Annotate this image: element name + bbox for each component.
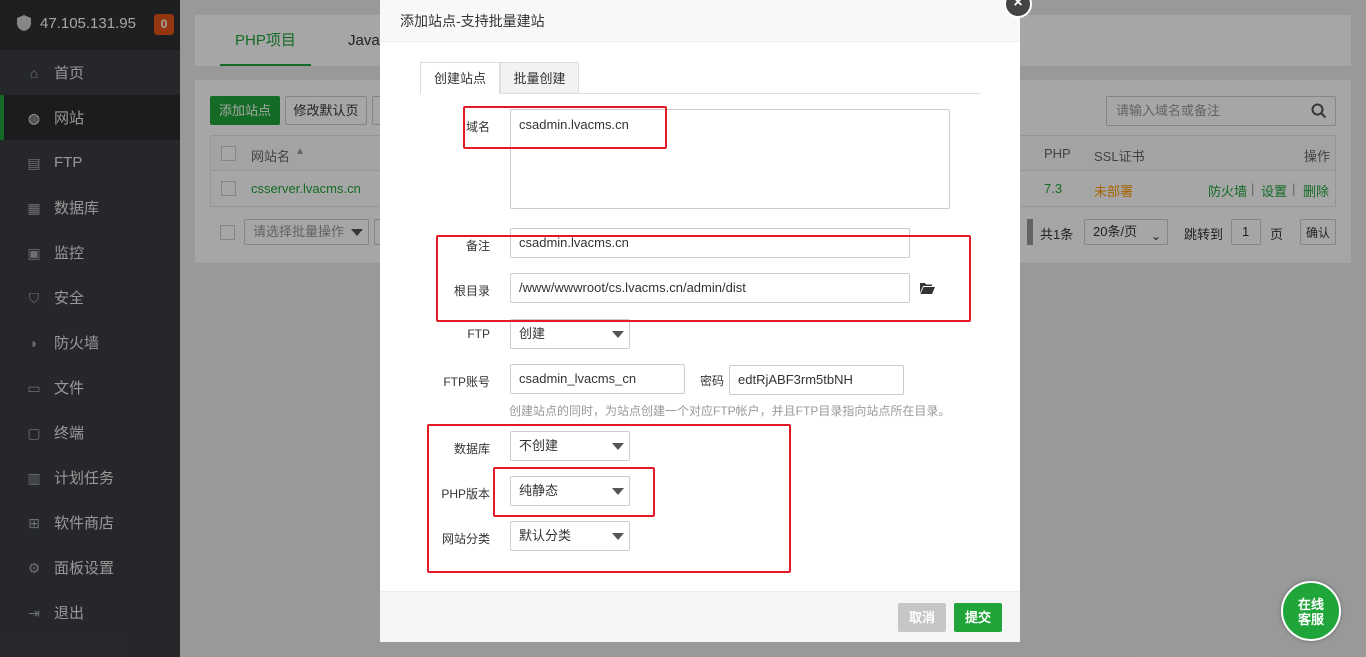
highlight-box-remark-root (436, 235, 971, 322)
tab-batch-create[interactable]: 批量创建 (500, 62, 579, 94)
chevron-down-icon (612, 331, 624, 338)
ftp-account-label: FTP账号 (443, 375, 490, 389)
chat-line-1: 在线 (1297, 597, 1324, 612)
dialog-footer: 取消 提交 (380, 591, 1020, 642)
tab-create-site[interactable]: 创建站点 (420, 62, 500, 94)
highlight-box-php (493, 467, 655, 517)
submit-button[interactable]: 提交 (954, 603, 1002, 632)
online-support-button[interactable]: 在线 客服 (1281, 581, 1341, 641)
ftp-select-value: 创建 (519, 326, 546, 341)
highlight-box-domain (463, 106, 667, 149)
ftp-hint: 创建站点的同时，为站点创建一个对应FTP帐户，并且FTP目录指向站点所在目录。 (509, 404, 951, 418)
chat-line-2: 客服 (1297, 612, 1324, 627)
password-label: 密码 (700, 374, 725, 388)
ftp-label: FTP (467, 327, 490, 341)
add-site-dialog: 添加站点-支持批量建站 × 创建站点 批量创建 域名 csadmin.lvacm… (380, 0, 1032, 642)
dialog-tabs: 创建站点 批量创建 (420, 62, 980, 94)
ftp-select[interactable]: 创建 (510, 319, 630, 349)
ftp-account-input[interactable]: csadmin_lvacms_cn (510, 364, 685, 394)
ftp-password-input[interactable]: edtRjABF3rm5tbNH (729, 365, 904, 395)
dialog-title: 添加站点-支持批量建站 (380, 0, 1020, 42)
cancel-button[interactable]: 取消 (898, 603, 946, 632)
